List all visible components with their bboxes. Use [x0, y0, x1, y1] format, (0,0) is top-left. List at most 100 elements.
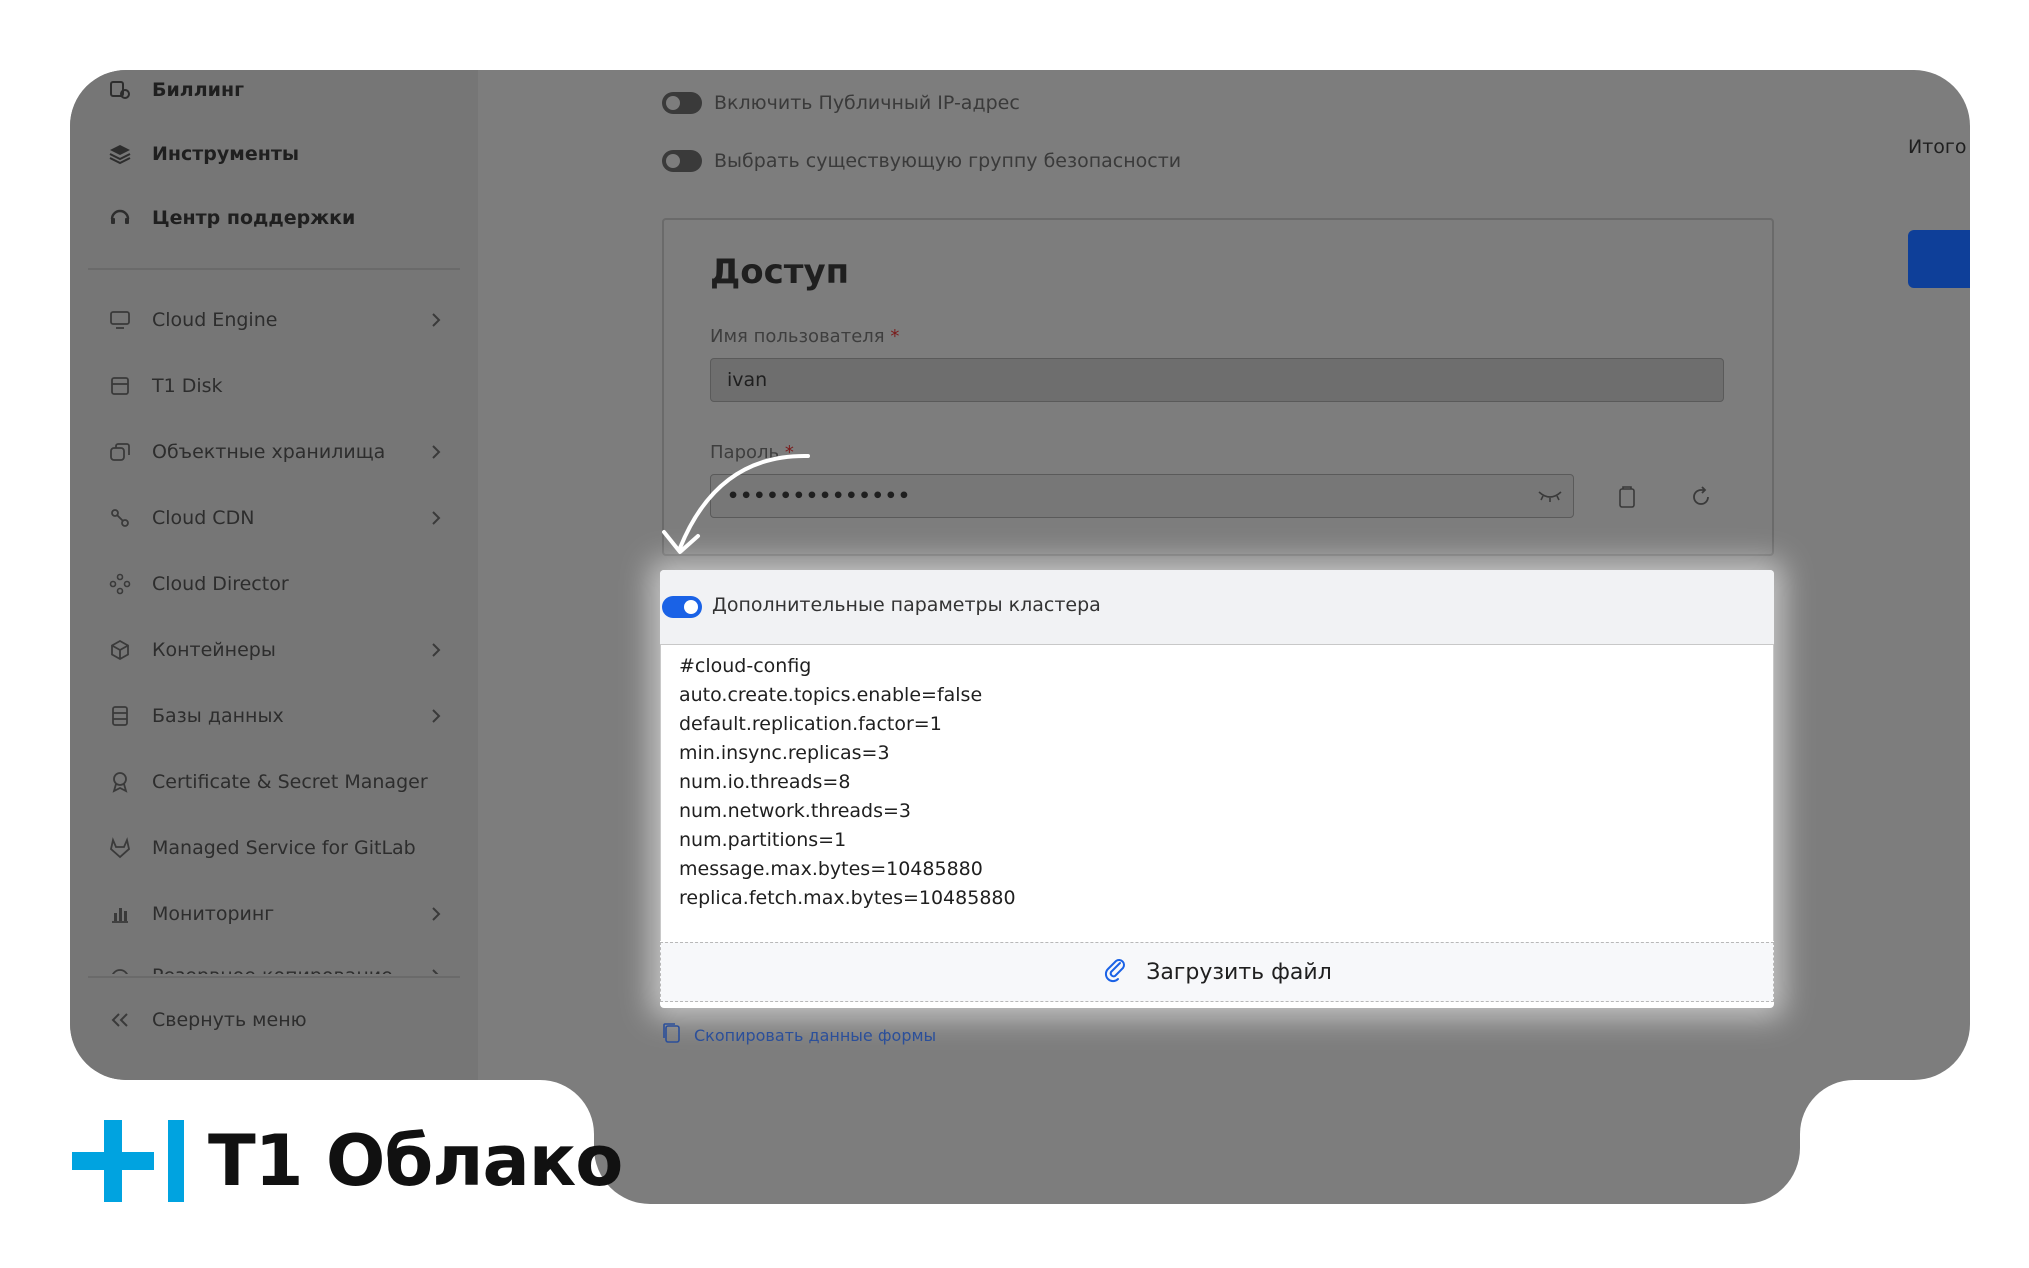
- required-mark: *: [890, 326, 900, 347]
- sidebar-item-t1-disk[interactable]: T1 Disk: [106, 366, 446, 406]
- support-icon: [106, 204, 134, 232]
- sidebar-item-label: Cloud Director: [152, 573, 289, 595]
- sidebar-item-backup-clip: Резервное копирование: [106, 956, 446, 974]
- backup-icon: [106, 962, 134, 974]
- paperclip-icon: [1102, 955, 1128, 989]
- sidebar-item-label: Биллинг: [152, 79, 244, 101]
- eye-closed-icon[interactable]: [1527, 489, 1573, 503]
- username-label: Имя пользователя *: [710, 326, 899, 347]
- sidebar-item-label: Инструменты: [152, 143, 300, 165]
- gitlab-icon: [106, 834, 134, 862]
- public-ip-label: Включить Публичный IP-адрес: [714, 92, 1020, 114]
- upload-file-label: Загрузить файл: [1146, 959, 1332, 985]
- password-input[interactable]: ••••••••••••••: [710, 474, 1574, 518]
- cluster-params-header: Дополнительные параметры кластера: [660, 570, 1774, 645]
- username-value: ivan: [727, 369, 768, 391]
- sidebar-item-backup[interactable]: Резервное копирование: [106, 956, 446, 974]
- sidebar-item-monitoring[interactable]: Мониторинг: [106, 894, 446, 934]
- sidebar-item-label: Certificate & Secret Manager: [152, 771, 428, 793]
- security-group-toggle[interactable]: [662, 150, 702, 172]
- collapse-menu-label: Свернуть меню: [152, 1009, 307, 1031]
- config-line: min.insync.replicas=3: [679, 742, 890, 764]
- storage-icon: [106, 438, 134, 466]
- database-icon: [106, 702, 134, 730]
- certificate-icon: [106, 768, 134, 796]
- config-textarea[interactable]: #cloud-config auto.create.topics.enable=…: [660, 645, 1774, 941]
- sidebar-item-label: Мониторинг: [152, 903, 275, 925]
- double-chevron-left-icon: [106, 1006, 134, 1034]
- public-ip-toggle[interactable]: [662, 92, 702, 114]
- cdn-icon: [106, 504, 134, 532]
- sidebar-item-label: Контейнеры: [152, 639, 276, 661]
- sidebar-item-billing[interactable]: Биллинг: [106, 70, 446, 110]
- sidebar-item-label: T1 Disk: [152, 375, 223, 397]
- disk-icon: [106, 372, 134, 400]
- brand-logo: T1 Облако: [72, 1118, 623, 1204]
- username-input[interactable]: ivan: [710, 358, 1724, 402]
- summary-total-label: Итого: [1908, 136, 1967, 158]
- chevron-right-icon: [426, 966, 446, 974]
- chevron-right-icon: [426, 508, 446, 528]
- app-window: Биллинг Инструменты Центр поддержки Clou…: [70, 70, 1970, 1080]
- config-line: message.max.bytes=10485880: [679, 858, 983, 880]
- config-line: default.replication.factor=1: [679, 713, 942, 735]
- sidebar-item-label: Резервное копирование: [152, 965, 426, 974]
- chart-icon: [106, 900, 134, 928]
- sidebar-item-label: Объектные хранилища: [152, 441, 386, 463]
- sidebar-item-support[interactable]: Центр поддержки: [106, 198, 446, 238]
- sidebar-item-containers[interactable]: Контейнеры: [106, 630, 446, 670]
- chevron-right-icon: [426, 706, 446, 726]
- brand-name: T1 Облако: [208, 1120, 623, 1202]
- billing-icon: [106, 76, 134, 104]
- password-value: ••••••••••••••: [727, 485, 912, 507]
- copy-form-label: Скопировать данные формы: [694, 1025, 937, 1045]
- config-line: num.io.threads=8: [679, 771, 851, 793]
- sidebar-item-label: Cloud CDN: [152, 507, 255, 529]
- sidebar-item-label: Managed Service for GitLab: [152, 837, 416, 859]
- t1-logo-icon: [72, 1120, 184, 1202]
- primary-action-button[interactable]: [1908, 230, 1970, 288]
- sidebar-item-gitlab[interactable]: Managed Service for GitLab: [106, 828, 446, 868]
- config-line: num.network.threads=3: [679, 800, 912, 822]
- access-title: Доступ: [710, 252, 850, 292]
- monitor-icon: [106, 306, 134, 334]
- chevron-right-icon: [426, 904, 446, 924]
- sidebar-item-cloud-director[interactable]: Cloud Director: [106, 564, 446, 604]
- username-label-text: Имя пользователя: [710, 326, 885, 347]
- sidebar-item-label: Базы данных: [152, 705, 284, 727]
- sidebar-item-label: Cloud Engine: [152, 309, 278, 331]
- cluster-params-label: Дополнительные параметры кластера: [712, 594, 1101, 616]
- sidebar-item-object-storage[interactable]: Объектные хранилища: [106, 432, 446, 472]
- sidebar: Биллинг Инструменты Центр поддержки Clou…: [70, 70, 478, 1080]
- sidebar-item-label: Центр поддержки: [152, 207, 356, 229]
- refresh-icon[interactable]: [1686, 482, 1716, 512]
- upload-file-button[interactable]: Загрузить файл: [660, 942, 1774, 1002]
- sidebar-divider: [88, 976, 460, 978]
- sidebar-item-certificate-manager[interactable]: Certificate & Secret Manager: [106, 762, 446, 802]
- copy-icon: [662, 1022, 682, 1048]
- sidebar-item-databases[interactable]: Базы данных: [106, 696, 446, 736]
- layers-icon: [106, 140, 134, 168]
- sidebar-item-cloud-cdn[interactable]: Cloud CDN: [106, 498, 446, 538]
- copy-icon[interactable]: [1612, 482, 1642, 512]
- director-icon: [106, 570, 134, 598]
- config-line: replica.fetch.max.bytes=10485880: [679, 887, 1016, 909]
- collapse-menu-button[interactable]: Свернуть меню: [106, 1000, 446, 1040]
- sidebar-divider: [88, 268, 460, 270]
- security-group-label: Выбрать существующую группу безопасности: [714, 150, 1182, 172]
- frame-bottom-tab: [594, 1060, 1800, 1204]
- frame-notch: [1800, 1080, 1854, 1134]
- chevron-right-icon: [426, 640, 446, 660]
- access-card: Доступ Имя пользователя * ivan Пароль * …: [662, 218, 1774, 556]
- cluster-params-toggle[interactable]: [662, 596, 702, 618]
- config-line: num.partitions=1: [679, 829, 847, 851]
- copy-form-link[interactable]: Скопировать данные формы: [662, 1022, 936, 1048]
- sidebar-item-cloud-engine[interactable]: Cloud Engine: [106, 300, 446, 340]
- cluster-params-panel: Дополнительные параметры кластера #cloud…: [660, 570, 1774, 1008]
- sidebar-item-tools[interactable]: Инструменты: [106, 134, 446, 174]
- chevron-right-icon: [426, 442, 446, 462]
- annotation-arrow-icon: [662, 453, 810, 554]
- config-line: #cloud-config: [679, 655, 812, 677]
- container-icon: [106, 636, 134, 664]
- config-line: auto.create.topics.enable=false: [679, 684, 983, 706]
